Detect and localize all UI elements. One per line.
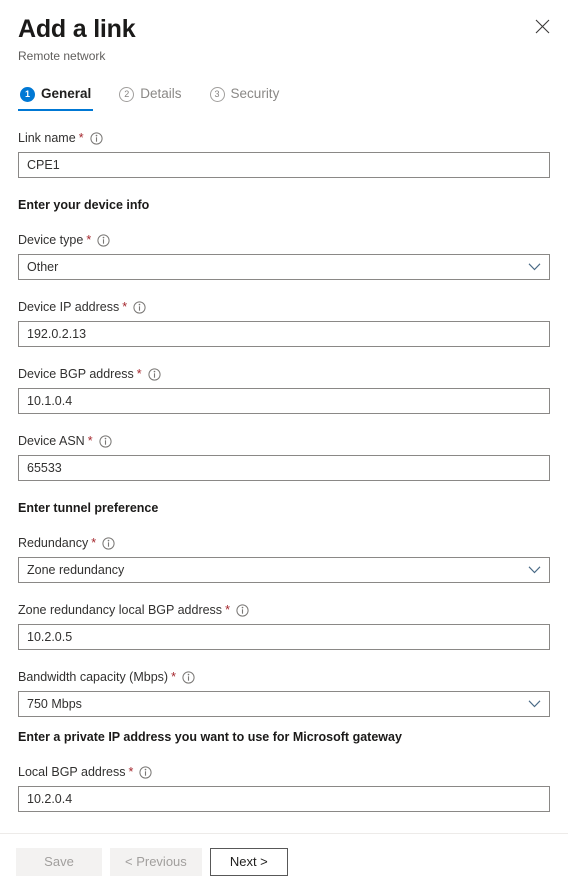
info-icon[interactable] [133,300,146,314]
label-text: Bandwidth capacity (Mbps) [18,670,169,684]
field-redundancy: Redundancy * Zone redundancy [18,535,550,583]
device-ip-label: Device IP address * [18,299,550,315]
device-type-select-wrap: Other [18,254,550,280]
page-subtitle: Remote network [18,49,106,63]
previous-button[interactable]: < Previous [110,848,202,876]
device-bgp-input[interactable] [18,388,550,414]
label-text: Redundancy [18,536,89,550]
label-text: Device ASN [18,434,85,448]
redundancy-label: Redundancy * [18,535,550,551]
dialog-footer: Save < Previous Next > [0,833,568,890]
field-bandwidth-capacity: Bandwidth capacity (Mbps) * 750 Mbps [18,669,550,717]
tab-step-badge: 3 [209,86,225,102]
label-text: Local BGP address [18,765,126,779]
required-marker: * [225,603,230,617]
tab-details[interactable]: 2 Details [117,86,183,111]
field-zone-redundancy-bgp: Zone redundancy local BGP address * [18,602,550,650]
link-name-input[interactable] [18,152,550,178]
dialog-header: Add a link Remote network [0,0,568,64]
field-device-asn: Device ASN * [18,433,550,481]
label-text: Device BGP address [18,367,134,381]
info-icon[interactable] [236,603,249,617]
device-asn-label: Device ASN * [18,433,550,449]
bandwidth-select-wrap: 750 Mbps [18,691,550,717]
field-local-bgp: Local BGP address * [18,764,550,812]
tab-label: Security [230,86,280,101]
required-marker: * [78,131,84,145]
bandwidth-capacity-label: Bandwidth capacity (Mbps) * [18,669,550,685]
field-link-name: Link name * [18,130,550,178]
redundancy-select[interactable]: Zone redundancy [18,557,550,583]
required-marker: * [87,434,93,448]
local-bgp-label: Local BGP address * [18,764,550,780]
info-icon[interactable] [98,434,112,448]
info-icon[interactable] [89,131,103,145]
tab-label: General [41,86,92,101]
field-device-ip: Device IP address * [18,299,550,347]
required-marker: * [136,367,142,381]
required-marker: * [122,300,128,314]
redundancy-select-wrap: Zone redundancy [18,557,550,583]
zone-redundancy-bgp-input[interactable] [18,624,550,650]
save-button[interactable]: Save [16,848,102,876]
label-text: Link name [18,131,76,145]
label-text: Device IP address [18,300,120,314]
tab-general[interactable]: 1 General [18,86,94,111]
info-icon[interactable] [139,765,152,779]
device-ip-input[interactable] [18,321,550,347]
info-icon[interactable] [148,367,161,381]
wizard-tabs: 1 General 2 Details 3 Security [0,86,568,111]
info-icon[interactable] [102,536,115,550]
field-device-bgp: Device BGP address * [18,366,550,414]
info-icon[interactable] [97,233,110,247]
tab-step-badge: 1 [20,86,35,102]
required-marker: * [171,670,176,684]
required-marker: * [86,233,92,247]
required-marker: * [128,765,134,779]
label-text: Zone redundancy local BGP address [18,603,223,617]
tab-security[interactable]: 3 Security [208,86,282,111]
tunnel-preference-heading: Enter tunnel preference [18,501,159,515]
link-name-label: Link name * [18,130,550,146]
device-type-select[interactable]: Other [18,254,550,280]
add-link-dialog: Add a link Remote network 1 General 2 De… [0,0,568,890]
zone-redundancy-bgp-label: Zone redundancy local BGP address * [18,602,550,618]
tab-step-badge: 2 [119,86,135,102]
required-marker: * [91,536,97,550]
local-bgp-input[interactable] [18,786,550,812]
gateway-heading: Enter a private IP address you want to u… [18,730,402,744]
field-device-type: Device type * Other [18,232,550,280]
device-bgp-label: Device BGP address * [18,366,550,382]
label-text: Device type [18,233,84,247]
next-button[interactable]: Next > [209,848,288,876]
device-asn-input[interactable] [18,455,550,481]
info-icon[interactable] [182,670,195,684]
device-info-heading: Enter your device info [18,198,150,212]
page-title: Add a link [18,15,136,43]
close-icon[interactable] [528,12,556,40]
bandwidth-select[interactable]: 750 Mbps [18,691,550,717]
general-form: Link name * Enter your device info Devic… [0,130,568,812]
tab-label: Details [140,86,182,101]
device-type-label: Device type * [18,232,550,248]
